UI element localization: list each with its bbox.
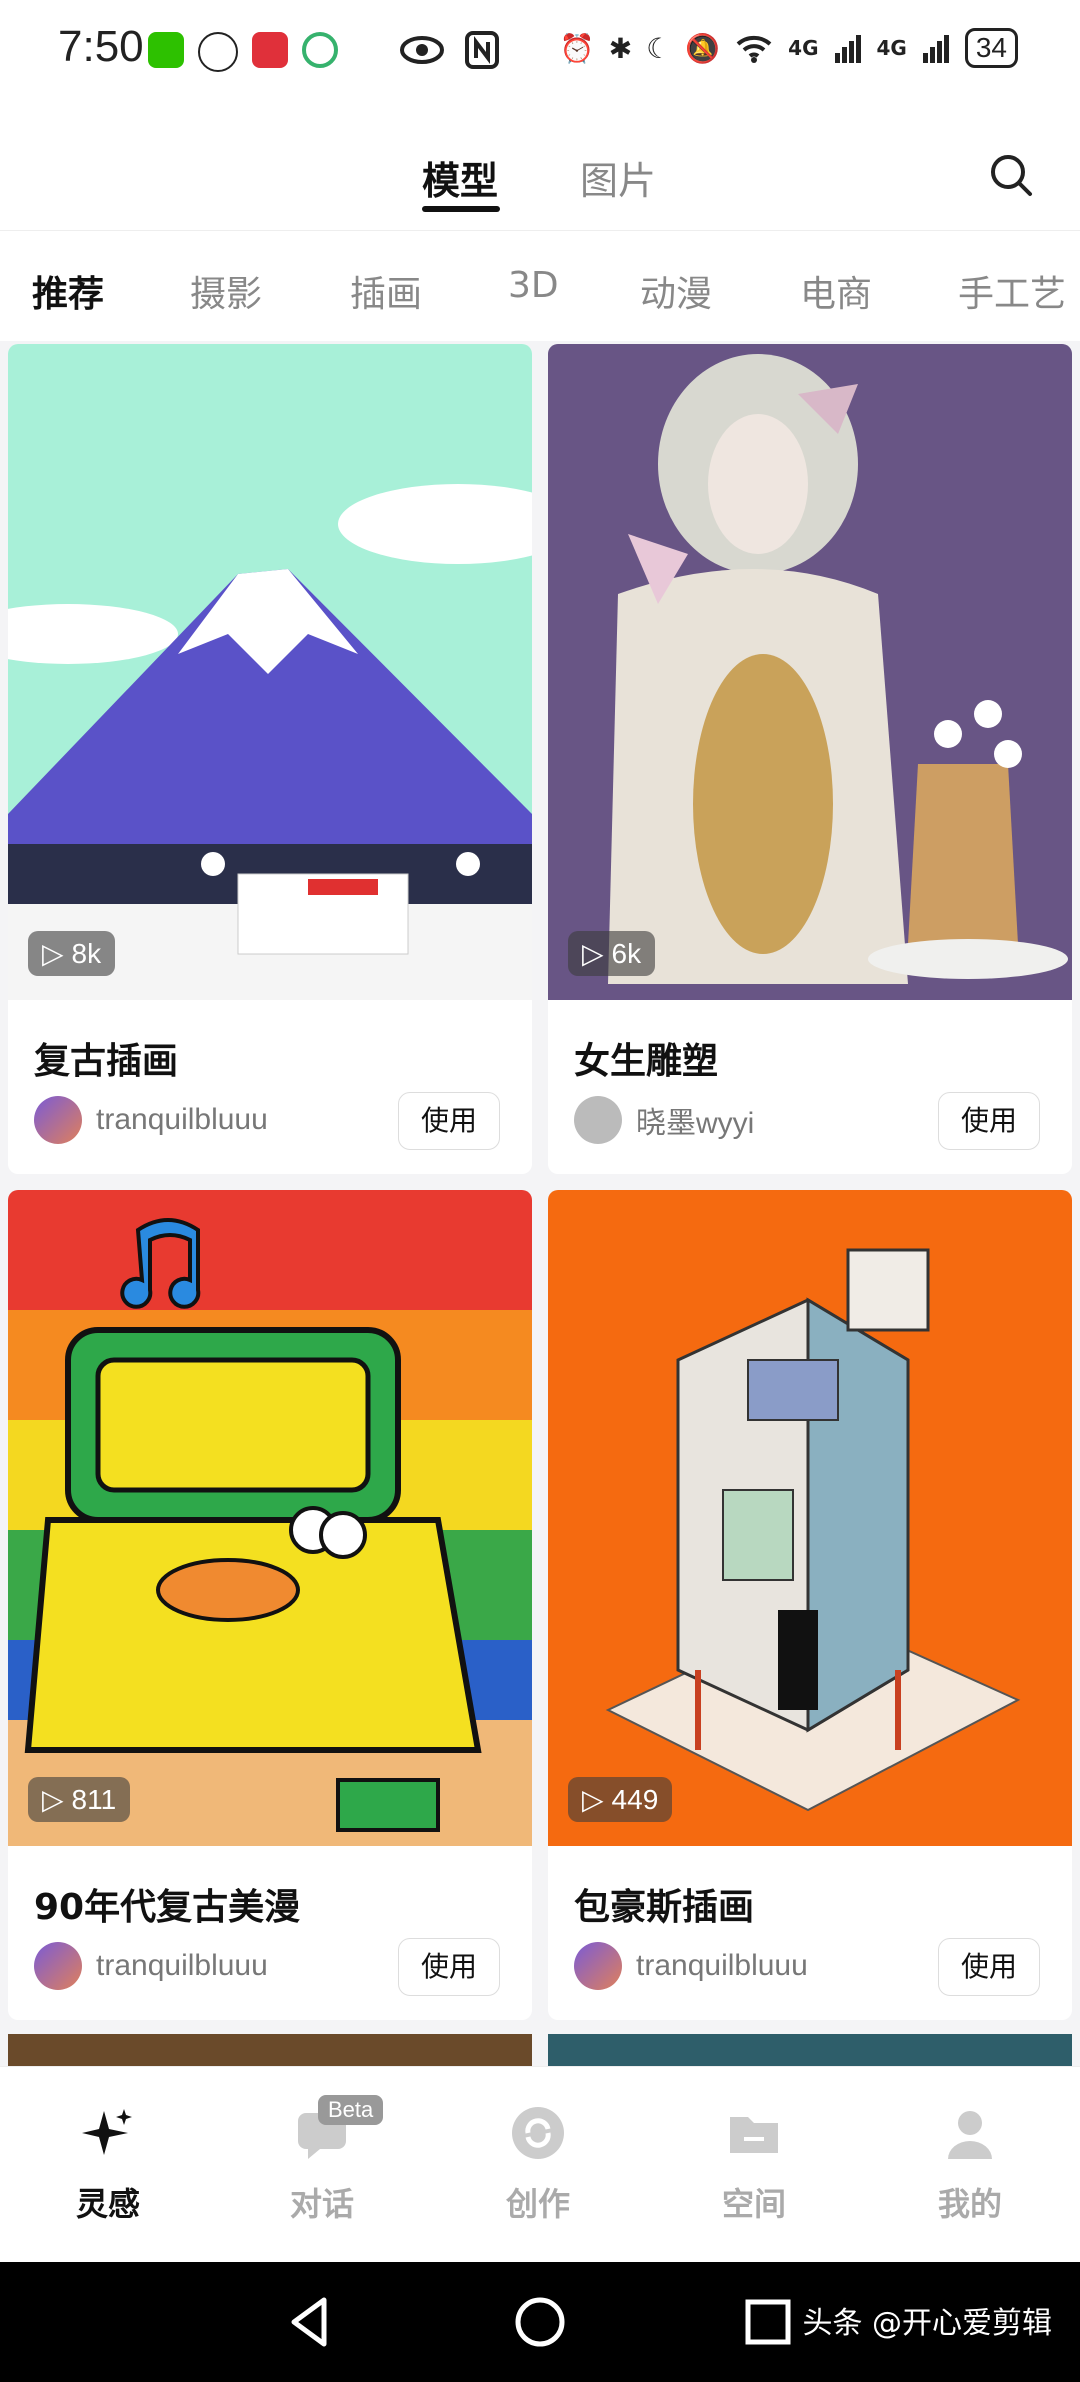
category-handicraft[interactable]: 手工艺: [958, 265, 1066, 317]
play-count-badge: ▷ 449: [568, 1777, 673, 1822]
play-icon: ▷: [582, 938, 604, 969]
status-time: 7:50: [58, 22, 144, 71]
play-icon: ▷: [42, 1784, 64, 1815]
play-count: 6k: [611, 937, 642, 969]
nav-label: 我的: [937, 2185, 1002, 2223]
beta-badge: Beta: [318, 2095, 384, 2125]
signal-2: 4G: [876, 36, 907, 60]
model-card[interactable]: ▷ 6k 女生雕塑 晓墨wyyi 使用: [548, 344, 1072, 1174]
card-title: 复古插画: [34, 1041, 179, 1082]
nav-label: 空间: [721, 2185, 786, 2223]
sculpture-photo: [548, 344, 1072, 1000]
card-title: 90年代复古美漫: [34, 1887, 301, 1928]
system-navigation-bar: 头条 @开心爱剪辑: [0, 2262, 1080, 2382]
search-icon[interactable]: [984, 148, 1040, 204]
model-card[interactable]: ▷ 8k 复古插画 tranquilbluuu 使用: [8, 344, 532, 1174]
tab-images[interactable]: 图片: [580, 150, 656, 205]
tab-underline: [422, 206, 500, 212]
nav-space[interactable]: 空间: [674, 2103, 834, 2225]
category-3d[interactable]: 3D: [508, 265, 559, 306]
card-title: 包豪斯插画: [574, 1887, 755, 1928]
card-author[interactable]: 晓墨wyyi: [574, 1096, 754, 1144]
mountain-illustration: [8, 344, 532, 1000]
author-name: tranquilbluuu: [96, 1949, 268, 1982]
nav-create[interactable]: 创作: [458, 2103, 618, 2225]
signal-bars-2-icon: [922, 35, 949, 63]
model-card[interactable]: ▷ 811 90年代复古美漫 tranquilbluuu 使用: [8, 1190, 532, 2020]
tab-models[interactable]: 模型: [422, 150, 498, 205]
play-count: 8k: [71, 937, 102, 969]
recents-icon[interactable]: [738, 2292, 798, 2352]
play-count: 449: [611, 1783, 659, 1815]
model-card[interactable]: ▷ 449 包豪斯插画 tranquilbluuu 使用: [548, 1190, 1072, 2020]
folder-icon: [730, 2117, 778, 2153]
play-icon: ▷: [42, 938, 64, 969]
alarm-icon: ⏰: [559, 31, 595, 65]
nav-inspiration[interactable]: 灵感: [28, 2103, 188, 2225]
nav-label: 创作: [505, 2185, 570, 2223]
battery-indicator: 34: [964, 28, 1018, 68]
top-tabs: 模型 图片: [0, 110, 1080, 230]
card-author[interactable]: tranquilbluuu: [34, 1096, 268, 1144]
use-button[interactable]: 使用: [398, 1938, 500, 1996]
category-photography[interactable]: 摄影: [190, 265, 262, 317]
avatar: [574, 1096, 622, 1144]
play-icon: ▷: [582, 1784, 604, 1815]
card-author[interactable]: tranquilbluuu: [574, 1942, 808, 1990]
nfc-icon: [465, 31, 499, 69]
system-status: ⏰ ✱ ☾ 🔕 4G 4G 34: [560, 28, 1018, 68]
play-count-badge: ▷ 8k: [28, 931, 116, 976]
category-ecommerce[interactable]: 电商: [800, 265, 872, 317]
avatar: [574, 1942, 622, 1990]
qq-icon: [198, 32, 238, 72]
status-bar: 7:50 ⏰ ✱ ☾ 🔕 4G 4G 34: [0, 0, 1080, 110]
wechat-icon: [148, 32, 184, 68]
use-button[interactable]: 使用: [398, 1092, 500, 1150]
card-title: 女生雕塑: [574, 1041, 719, 1082]
author-name: tranquilbluuu: [636, 1949, 808, 1982]
avatar: [34, 1942, 82, 1990]
profile-icon: [948, 2111, 992, 2159]
category-illustration[interactable]: 插画: [350, 265, 422, 317]
bottom-navigation: 灵感 对话 Beta 创作 空间 我的: [0, 2066, 1080, 2263]
nav-profile[interactable]: 我的: [890, 2103, 1050, 2225]
avatar: [34, 1096, 82, 1144]
signal-1: 4G: [788, 36, 819, 60]
watermark: 头条 @开心爱剪辑: [802, 2306, 1052, 2341]
nav-label: 对话: [289, 2185, 354, 2223]
card-image[interactable]: ▷ 8k: [8, 344, 532, 1000]
category-recommend[interactable]: 推荐: [32, 265, 104, 317]
use-button[interactable]: 使用: [938, 1092, 1040, 1150]
create-icon: [512, 2107, 564, 2159]
retro-comic-illustration: [8, 1190, 532, 1846]
card-author[interactable]: tranquilbluuu: [34, 1942, 268, 1990]
moon-icon: ☾: [646, 31, 672, 65]
category-tabs: 推荐 摄影 插画 3D 动漫 电商 手工艺: [0, 230, 1080, 341]
home-icon[interactable]: [510, 2292, 570, 2352]
play-count-badge: ▷ 811: [28, 1777, 131, 1822]
author-name: tranquilbluuu: [96, 1103, 268, 1136]
use-button[interactable]: 使用: [938, 1938, 1040, 1996]
author-name: 晓墨wyyi: [636, 1107, 755, 1140]
status-mid-icons: [398, 30, 500, 70]
wifi-icon: [736, 35, 772, 63]
sync-icon: [302, 32, 338, 68]
card-image[interactable]: ▷ 6k: [548, 344, 1072, 1000]
category-anime[interactable]: 动漫: [640, 265, 712, 317]
sparkle-icon: [82, 2109, 132, 2155]
mute-icon: 🔕: [685, 31, 721, 65]
bauhaus-building-illustration: [548, 1190, 1072, 1846]
back-icon[interactable]: [280, 2292, 340, 2352]
card-image[interactable]: ▷ 811: [8, 1190, 532, 1846]
bluetooth-icon: ✱: [608, 31, 633, 65]
play-count-badge: ▷ 6k: [568, 931, 656, 976]
app-red-icon: [252, 32, 288, 68]
notification-icons: [148, 32, 338, 72]
nav-label: 灵感: [75, 2185, 140, 2223]
card-image[interactable]: ▷ 449: [548, 1190, 1072, 1846]
eye-icon: [400, 36, 444, 64]
play-count: 811: [71, 1783, 117, 1815]
signal-bars-1-icon: [834, 35, 861, 63]
